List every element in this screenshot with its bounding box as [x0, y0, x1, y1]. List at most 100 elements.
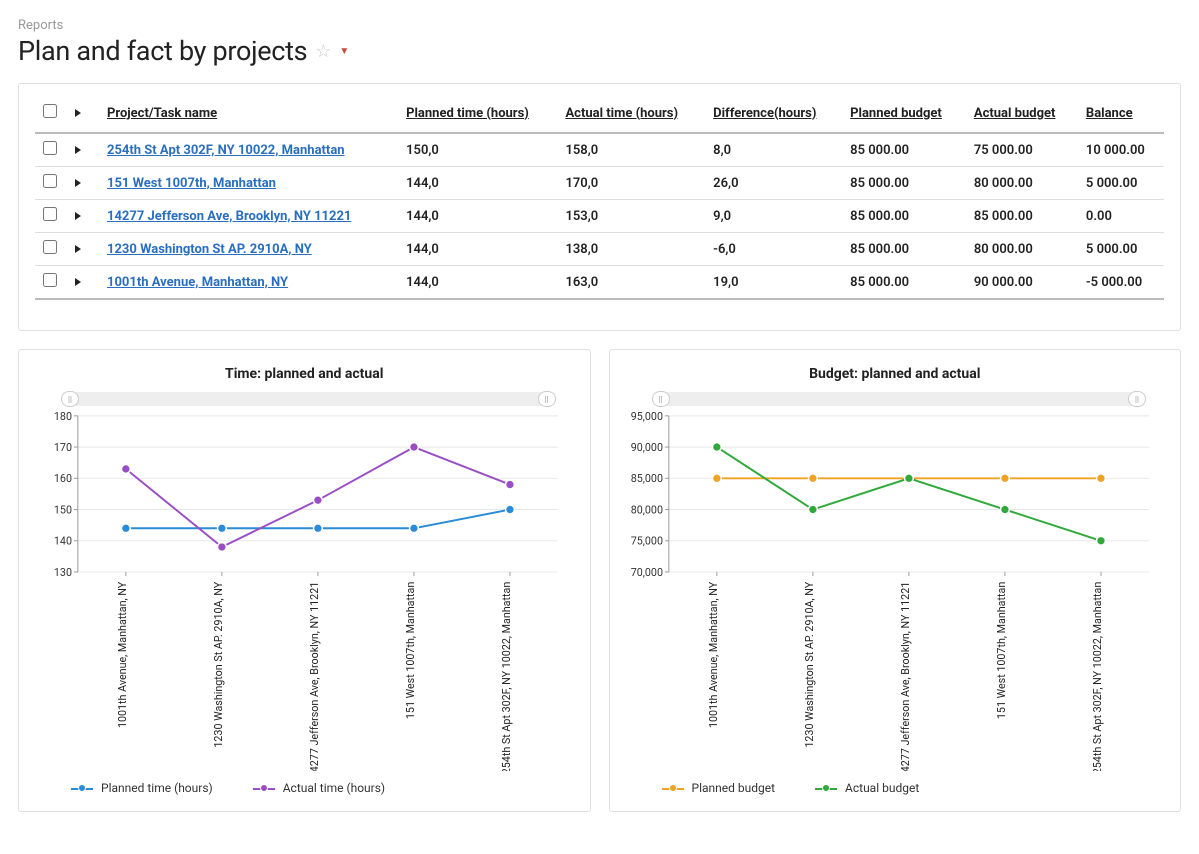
svg-text:254th St Apt 302F, NY 10022, M: 254th St Apt 302F, NY 10022, Manhattan [1090, 582, 1103, 771]
col-balance[interactable]: Balance [1078, 94, 1164, 133]
cell-difference: 9,0 [705, 200, 842, 233]
row-expand-icon[interactable] [75, 278, 81, 286]
legend-label: Actual time (hours) [283, 781, 385, 795]
project-link[interactable]: 254th St Apt 302F, NY 10022, Manhattan [107, 143, 345, 158]
svg-text:1230 Washington St AP. 2910A,: 1230 Washington St AP. 2910A, NY [212, 581, 225, 747]
charts-row: Time: planned and actual || || 130 140 150… [18, 349, 1181, 812]
cell-balance: 0.00 [1078, 200, 1164, 233]
cell-planned-time: 144,0 [398, 266, 557, 300]
budget-chart-legend: Planned budget Actual budget [622, 781, 1169, 795]
svg-text:70,000: 70,000 [630, 566, 662, 579]
row-expand-icon[interactable] [75, 146, 81, 154]
svg-text:180: 180 [54, 410, 72, 423]
project-link[interactable]: 151 West 1007th, Manhattan [107, 176, 276, 191]
svg-text:85,000: 85,000 [630, 472, 662, 485]
legend-label: Planned budget [692, 781, 776, 795]
time-chart-range-slider[interactable]: || || [67, 392, 550, 406]
row-checkbox[interactable] [43, 240, 57, 254]
legend-item[interactable]: Actual budget [815, 781, 919, 795]
svg-text:170: 170 [54, 441, 72, 454]
time-chart-title: Time: planned and actual [31, 366, 578, 382]
table-row: 14277 Jefferson Ave, Brooklyn, NY 11221 1… [35, 200, 1164, 233]
table-row: 1001th Avenue, Manhattan, NY 144,0163,019… [35, 266, 1164, 300]
col-difference[interactable]: Difference(hours) [705, 94, 842, 133]
time-slider-handle-right-icon[interactable]: || [538, 391, 556, 407]
cell-actual-time: 163,0 [557, 266, 705, 300]
cell-actual-budget: 80 000.00 [966, 233, 1078, 266]
cell-actual-budget: 90 000.00 [966, 266, 1078, 300]
cell-planned-budget: 85 000.00 [842, 167, 966, 200]
cell-planned-time: 144,0 [398, 200, 557, 233]
time-slider-handle-left-icon[interactable]: || [61, 391, 79, 407]
page-title: Plan and fact by projects [18, 35, 307, 67]
cell-actual-time: 170,0 [557, 167, 705, 200]
cell-actual-budget: 85 000.00 [966, 200, 1078, 233]
projects-table: Project/Task name Planned time (hours) A… [35, 94, 1164, 300]
col-planned-budget[interactable]: Planned budget [842, 94, 966, 133]
cell-planned-time: 150,0 [398, 133, 557, 167]
svg-text:75,000: 75,000 [630, 535, 662, 548]
select-all-checkbox[interactable] [43, 104, 57, 118]
col-planned-time[interactable]: Planned time (hours) [398, 94, 557, 133]
row-checkbox[interactable] [43, 273, 57, 287]
svg-text:140: 140 [54, 535, 72, 548]
cell-balance: 10 000.00 [1078, 133, 1164, 167]
budget-slider-handle-right-icon[interactable]: || [1128, 391, 1146, 407]
budget-chart: 70,00075,00080,00085,00090,00095,0001001… [622, 410, 1169, 771]
legend-item[interactable]: Planned budget [662, 781, 776, 795]
svg-text:14277 Jefferson Ave, Brooklyn,: 14277 Jefferson Ave, Brooklyn, NY 11221 [898, 582, 911, 771]
legend-label: Planned time (hours) [101, 781, 213, 795]
time-chart: 1301401501601701801001th Avenue, Manhatt… [31, 410, 578, 771]
legend-item[interactable]: Actual time (hours) [253, 781, 385, 795]
expand-all-icon[interactable] [75, 109, 81, 117]
svg-text:254th St Apt 302F, NY 10022, M: 254th St Apt 302F, NY 10022, Manhattan [500, 582, 513, 771]
cell-planned-budget: 85 000.00 [842, 233, 966, 266]
cell-balance: 5 000.00 [1078, 167, 1164, 200]
budget-chart-title: Budget: planned and actual [622, 366, 1169, 382]
row-checkbox[interactable] [43, 207, 57, 221]
row-expand-icon[interactable] [75, 212, 81, 220]
project-link[interactable]: 14277 Jefferson Ave, Brooklyn, NY 11221 [107, 209, 351, 224]
legend-swatch-icon [71, 783, 93, 793]
cell-planned-budget: 85 000.00 [842, 266, 966, 300]
time-chart-legend: Planned time (hours) Actual time (hours) [31, 781, 578, 795]
svg-text:130: 130 [54, 566, 72, 579]
favourite-star-icon[interactable]: ☆ [315, 41, 331, 62]
budget-chart-range-slider[interactable]: || || [658, 392, 1141, 406]
svg-text:95,000: 95,000 [630, 410, 662, 423]
time-chart-panel: Time: planned and actual || || 130 140 150… [18, 349, 591, 812]
breadcrumb[interactable]: Reports [18, 18, 1181, 33]
table-row: 254th St Apt 302F, NY 10022, Manhattan 15… [35, 133, 1164, 167]
cell-planned-budget: 85 000.00 [842, 133, 966, 167]
project-link[interactable]: 1230 Washington St AP. 2910A, NY [107, 242, 312, 257]
cell-actual-time: 138,0 [557, 233, 705, 266]
cell-difference: 8,0 [705, 133, 842, 167]
row-expand-icon[interactable] [75, 245, 81, 253]
svg-text:14277 Jefferson Ave, Brooklyn,: 14277 Jefferson Ave, Brooklyn, NY 11221 [308, 582, 321, 771]
cell-balance: -5 000.00 [1078, 266, 1164, 300]
row-expand-icon[interactable] [75, 179, 81, 187]
cell-actual-time: 153,0 [557, 200, 705, 233]
table-row: 1230 Washington St AP. 2910A, NY144,0138… [35, 233, 1164, 266]
legend-item[interactable]: Planned time (hours) [71, 781, 213, 795]
svg-text:151 West 1007th, Manhattan: 151 West 1007th, Manhattan [404, 582, 417, 719]
legend-label: Actual budget [845, 781, 919, 795]
col-actual-budget[interactable]: Actual budget [966, 94, 1078, 133]
cell-actual-budget: 75 000.00 [966, 133, 1078, 167]
col-actual-time[interactable]: Actual time (hours) [557, 94, 705, 133]
legend-swatch-icon [253, 783, 275, 793]
budget-slider-handle-left-icon[interactable]: || [652, 391, 670, 407]
dropdown-caret-icon[interactable]: ▼ [339, 46, 349, 57]
cell-actual-budget: 80 000.00 [966, 167, 1078, 200]
cell-planned-budget: 85 000.00 [842, 200, 966, 233]
svg-text:151 West 1007th, Manhattan: 151 West 1007th, Manhattan [994, 582, 1007, 719]
col-project-name[interactable]: Project/Task name [99, 94, 398, 133]
svg-text:150: 150 [54, 503, 72, 516]
cell-actual-time: 158,0 [557, 133, 705, 167]
cell-difference: 19,0 [705, 266, 842, 300]
row-checkbox[interactable] [43, 141, 57, 155]
legend-swatch-icon [662, 783, 684, 793]
row-checkbox[interactable] [43, 174, 57, 188]
project-link[interactable]: 1001th Avenue, Manhattan, NY [107, 275, 288, 290]
cell-balance: 5 000.00 [1078, 233, 1164, 266]
